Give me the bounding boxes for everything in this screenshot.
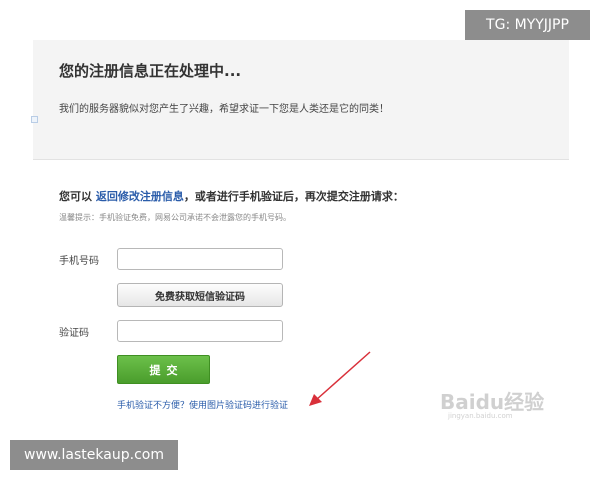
baidu-watermark-text: Baidu经验	[440, 390, 545, 414]
submit-button[interactable]: 提交	[117, 355, 210, 384]
instruction-prefix: 您可以	[59, 190, 92, 203]
form-instructions: 您可以 返回修改注册信息，或者进行手机验证后，再次提交注册请求：	[59, 188, 404, 204]
header-panel: 您的注册信息正在处理中... 我们的服务器貌似对您产生了兴趣，希望求证一下您是人…	[33, 40, 569, 160]
tg-watermark: TG: MYYJJPP	[465, 10, 590, 40]
phone-input[interactable]	[117, 248, 283, 270]
site-watermark: www.lastekaup.com	[10, 440, 178, 470]
edit-registration-link[interactable]: 返回修改注册信息	[96, 190, 184, 203]
baidu-watermark-url: jingyan.baidu.com	[448, 412, 513, 420]
code-input[interactable]	[117, 320, 283, 342]
phone-label: 手机号码	[59, 256, 99, 267]
code-label: 验证码	[59, 328, 89, 339]
privacy-hint: 温馨提示：手机验证免费，网易公司承诺不会泄露您的手机号码。	[59, 213, 291, 222]
header-description: 我们的服务器貌似对您产生了兴趣，希望求证一下您是人类还是它的同类！	[59, 104, 389, 115]
side-marker-icon	[31, 116, 38, 123]
instruction-suffix: ，或者进行手机验证后，再次提交注册请求：	[183, 190, 404, 203]
page-frame: 您的注册信息正在处理中... 我们的服务器貌似对您产生了兴趣，希望求证一下您是人…	[0, 0, 600, 480]
image-captcha-link[interactable]: 手机验证不方便？使用图片验证码进行验证	[117, 398, 288, 411]
get-sms-code-button[interactable]: 免费获取短信验证码	[117, 283, 283, 307]
page-title: 您的注册信息正在处理中...	[59, 62, 242, 80]
baidu-watermark: Baidu经验 jingyan.baidu.com	[440, 380, 550, 424]
